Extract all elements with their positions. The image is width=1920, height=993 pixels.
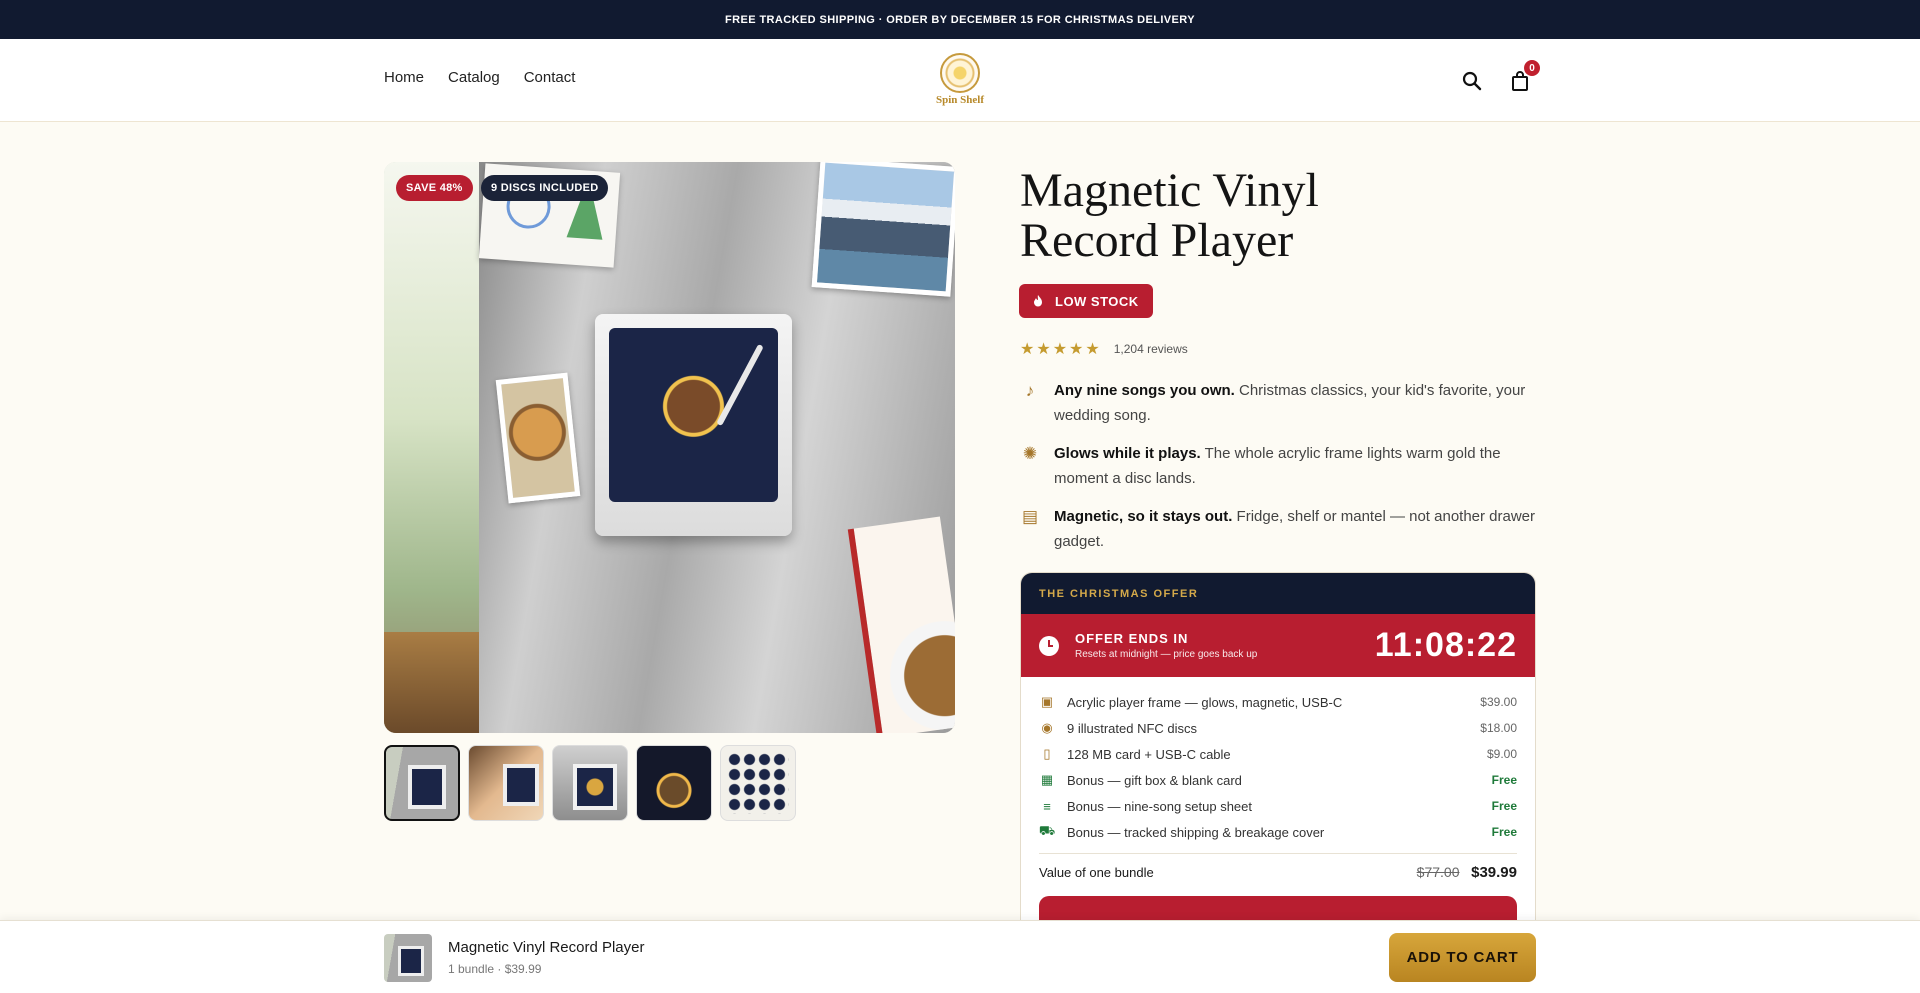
discs-badge: 9 DISCS INCLUDED — [481, 175, 609, 201]
bundle-item-label: Acrylic player frame — glows, magnetic, … — [1067, 694, 1343, 710]
bundle-item-label: Bonus — gift box & blank card — [1067, 772, 1242, 788]
product-title-line1: Magnetic Vinyl — [1020, 164, 1319, 217]
record-player-frame — [595, 314, 792, 536]
sticky-product-name: Magnetic Vinyl Record Player — [448, 939, 645, 956]
feature-item: ▤ Magnetic, so it stays out. Fridge, she… — [1020, 504, 1536, 554]
bundle-item-label: Bonus — tracked shipping & breakage cove… — [1067, 824, 1325, 840]
music-note-icon: ♪ — [1025, 381, 1035, 400]
countdown-title: OFFER ENDS IN — [1075, 631, 1189, 646]
new-price: $39.99 — [1471, 864, 1517, 881]
nav-contact[interactable]: Contact — [524, 69, 576, 86]
search-icon[interactable] — [1460, 69, 1484, 93]
product-main-image[interactable]: SAVE 48% 9 DISCS INCLUDED — [384, 162, 955, 733]
truck-icon: ⛟ — [1038, 823, 1056, 838]
brand-logo[interactable]: Spin Shelf — [931, 53, 989, 109]
review-count[interactable]: 1,204 reviews — [1114, 342, 1188, 356]
bundle-item: ⛟ Bonus — tracked shipping & breakage co… — [1039, 819, 1517, 845]
bundle-price: $77.00 $39.99 — [1417, 864, 1517, 881]
product-title-line2: Record Player — [1020, 214, 1294, 267]
low-stock-label: LOW STOCK — [1055, 293, 1139, 309]
thumbnail-2[interactable] — [468, 745, 544, 821]
countdown-timer: 11:08:22 — [1374, 626, 1517, 664]
vinyl-logo-icon — [940, 53, 980, 93]
bundle-item: ≡ Bonus — nine-song setup sheet Free — [1039, 793, 1517, 819]
thumbnail-5[interactable] — [720, 745, 796, 821]
bundle-item-price: $18.00 — [1480, 721, 1517, 735]
feature-list: ♪ Any nine songs you own. Christmas clas… — [1020, 378, 1536, 567]
flame-icon — [1034, 295, 1042, 307]
bundle-item: ◉ 9 illustrated NFC discs $18.00 — [1039, 715, 1517, 741]
sticky-product-thumbnail — [384, 934, 432, 982]
announcement-bar: FREE TRACKED SHIPPING · ORDER BY DECEMBE… — [0, 0, 1920, 39]
low-stock-badge: LOW STOCK — [1019, 284, 1153, 318]
site-header: Home Catalog Contact Spin Shelf 0 — [0, 39, 1920, 122]
brand-wordmark: Spin Shelf — [936, 94, 984, 106]
feature-bold: Any nine songs you own. — [1054, 382, 1235, 399]
bundle-items: ▣ Acrylic player frame — glows, magnetic… — [1021, 677, 1535, 845]
bundle-value-label: Value of one bundle — [1039, 865, 1154, 880]
star-rating-icon: ★★★★★ — [1020, 341, 1102, 358]
bundle-value-row: Value of one bundle $77.00 $39.99 — [1039, 853, 1517, 881]
product-title: Magnetic Vinyl Record Player — [1020, 166, 1420, 266]
nav-home[interactable]: Home — [384, 69, 424, 86]
disc-icon: ◉ — [1041, 720, 1053, 735]
fridge-icon: ▤ — [1021, 507, 1039, 526]
old-price: $77.00 — [1416, 864, 1460, 880]
bundle-item-price: Free — [1491, 773, 1517, 787]
bundle-item: ▯ 128 MB card + USB-C cable $9.00 — [1039, 741, 1517, 767]
dog-photo — [495, 372, 581, 504]
thumbnail-3[interactable] — [552, 745, 628, 821]
thumbnail-strip — [384, 745, 796, 821]
sticky-add-to-cart-bar: Magnetic Vinyl Record Player 1 bundle · … — [0, 920, 1920, 993]
bundle-item: ▣ Acrylic player frame — glows, magnetic… — [1039, 689, 1517, 715]
frame-icon: ▣ — [1040, 694, 1054, 709]
bundle-item-label: 128 MB card + USB-C cable — [1067, 746, 1231, 762]
feature-item: ♪ Any nine songs you own. Christmas clas… — [1020, 378, 1536, 428]
save-badge: SAVE 48% — [396, 175, 473, 201]
feature-item: ✺ Glows while it plays. The whole acryli… — [1020, 441, 1536, 491]
counter-shelf — [384, 632, 479, 733]
clock-icon — [1039, 635, 1059, 656]
announcement-text: FREE TRACKED SHIPPING · ORDER BY DECEMBE… — [725, 13, 1195, 26]
bundle-item-price: $9.00 — [1486, 747, 1517, 761]
rating-row[interactable]: ★★★★★ 1,204 reviews — [1020, 339, 1188, 359]
feature-bold: Magnetic, so it stays out. — [1054, 508, 1233, 525]
bundle-item-price: Free — [1491, 825, 1517, 839]
lightbulb-icon: ✺ — [1022, 444, 1038, 463]
sd-card-icon: ▯ — [1043, 746, 1051, 761]
playlist-icon: ≡ — [1043, 798, 1051, 814]
thumbnail-4[interactable] — [636, 745, 712, 821]
countdown-row: OFFER ENDS IN Resets at midnight — price… — [1021, 614, 1535, 677]
bundle-item-label: Bonus — nine-song setup sheet — [1067, 798, 1253, 814]
bundle-item-price: Free — [1491, 799, 1517, 813]
feature-bold: Glows while it plays. — [1054, 445, 1201, 462]
bundle-item-label: 9 illustrated NFC discs — [1067, 720, 1198, 736]
offer-header: THE CHRISTMAS OFFER — [1021, 573, 1535, 614]
countdown-subtitle: Resets at midnight — price goes back up — [1075, 649, 1258, 660]
sticky-product-meta: 1 bundle · $39.99 — [448, 962, 542, 976]
thumbnail-1[interactable] — [384, 745, 460, 821]
gift-icon: ▦ — [1040, 772, 1054, 787]
add-to-cart-button[interactable]: ADD TO CART — [1389, 933, 1536, 982]
nav-catalog[interactable]: Catalog — [448, 69, 500, 86]
cart-count-badge: 0 — [1524, 60, 1540, 76]
bundle-item-price: $39.00 — [1480, 695, 1517, 709]
bundle-item: ▦ Bonus — gift box & blank card Free — [1039, 767, 1517, 793]
mountain-photo — [811, 162, 955, 297]
countdown-text: OFFER ENDS IN Resets at midnight — price… — [1075, 631, 1257, 660]
main-nav: Home Catalog Contact — [384, 69, 575, 86]
